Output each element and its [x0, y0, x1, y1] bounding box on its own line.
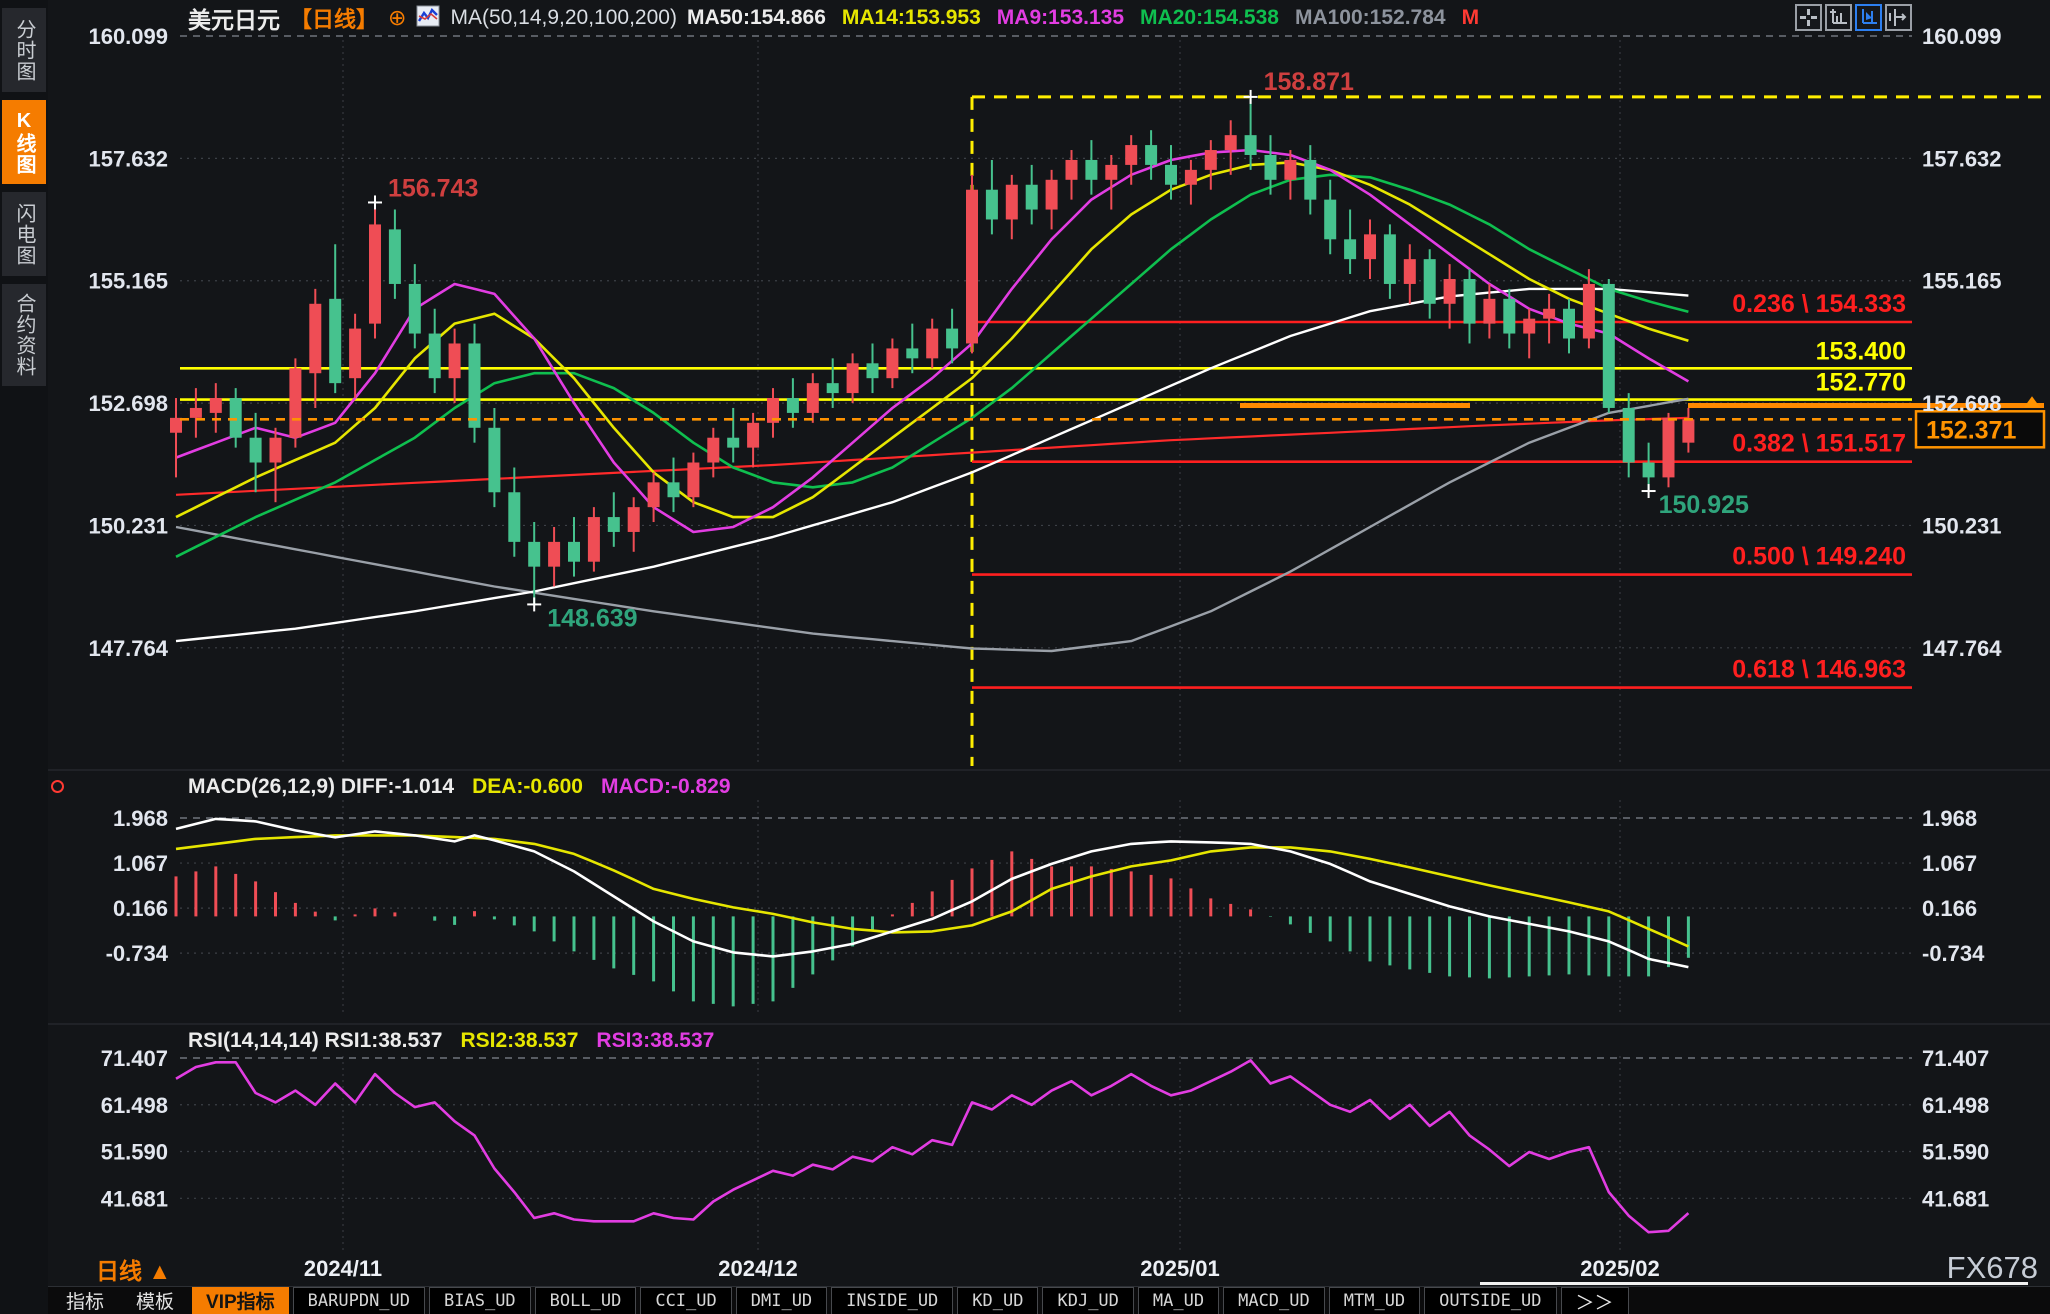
macd-value-label: MACD(26,12,9) DIFF:-1.014 — [188, 775, 454, 798]
sidebar-item-闪电图[interactable]: 闪电图 — [2, 192, 46, 276]
svg-text:155.165: 155.165 — [1922, 269, 2002, 294]
svg-text:150.925: 150.925 — [1659, 491, 1749, 519]
chart-header: 美元日元 【日线】 ⊕ MA(50,14,9,20,100,200) MA50:… — [48, 0, 1798, 36]
rsi-header: RSI(14,14,14) RSI1:38.537 RSI2:38.537 RSI3… — [188, 1029, 732, 1053]
chart-toolbar — [1795, 4, 1912, 31]
macd-pane — [176, 819, 1688, 1007]
date-label: 2024/11 — [304, 1256, 382, 1282]
tab-BIAS_UD[interactable]: BIAS_UD — [429, 1287, 531, 1314]
svg-text:147.764: 147.764 — [88, 636, 168, 661]
left-sidebar: 分时图 K线图闪电图合约资料 — [0, 0, 48, 1314]
tab-模板[interactable]: 模板 — [122, 1287, 188, 1314]
svg-text:153.400: 153.400 — [1816, 337, 1906, 365]
legend-MA9: MA9:153.135 — [997, 6, 1124, 29]
legend-MA14: MA14:153.953 — [842, 6, 981, 29]
indicator-tabbar: 指标模板VIP指标BARUPDN_UDBIAS_UDBOLL_UDCCI_UDD… — [48, 1286, 2050, 1314]
svg-text:152.698: 152.698 — [1922, 391, 2002, 416]
tab-INSIDE_UD[interactable]: INSIDE_UD — [831, 1287, 953, 1314]
legend-MA50: MA50:154.866 — [687, 6, 826, 29]
svg-text:160.099: 160.099 — [1922, 24, 2002, 49]
tab-VIP指标[interactable]: VIP指标 — [192, 1287, 289, 1314]
svg-text:147.764: 147.764 — [1922, 636, 2002, 661]
svg-text:51.590: 51.590 — [1922, 1140, 1989, 1165]
chart-type-icon[interactable] — [416, 5, 440, 32]
tab-KDJ_UD[interactable]: KDJ_UD — [1042, 1287, 1133, 1314]
axis-pointer-icon[interactable] — [1855, 4, 1882, 31]
date-label: 2024/12 — [718, 1256, 798, 1282]
sidebar-item-分时图[interactable]: 分时图 — [2, 8, 46, 92]
svg-text:-0.734: -0.734 — [106, 941, 169, 966]
ma-settings-label: MA(50,14,9,20,100,200) — [450, 6, 677, 30]
tab-KD_UD[interactable]: KD_UD — [957, 1287, 1038, 1314]
legend-MA100: MA100:152.784 — [1295, 6, 1446, 29]
svg-text:41.681: 41.681 — [101, 1186, 168, 1211]
period-tag[interactable]: 【日线】 — [290, 2, 378, 34]
svg-text:158.871: 158.871 — [1264, 68, 1354, 96]
svg-text:152.770: 152.770 — [1816, 369, 1906, 397]
svg-text:0.500 \ 149.240: 0.500 \ 149.240 — [1732, 543, 1906, 571]
svg-text:61.498: 61.498 — [101, 1093, 168, 1118]
svg-text:152.371: 152.371 — [1926, 416, 2016, 444]
macd-value-label: MACD:-0.829 — [601, 775, 731, 798]
svg-text:1.968: 1.968 — [113, 806, 168, 831]
tab-OUTSIDE_UD[interactable]: OUTSIDE_UD — [1424, 1287, 1556, 1314]
svg-text:152.698: 152.698 — [88, 391, 168, 416]
svg-text:157.632: 157.632 — [88, 146, 168, 171]
svg-text:1.968: 1.968 — [1922, 806, 1977, 831]
svg-text:-0.734: -0.734 — [1922, 941, 1985, 966]
svg-text:41.681: 41.681 — [1922, 1186, 1989, 1211]
trading-app-window: 分时图 K线图闪电图合约资料 美元日元 【日线】 ⊕ MA(50,14,9,20,… — [0, 0, 2050, 1314]
tab-BOLL_UD[interactable]: BOLL_UD — [535, 1287, 637, 1314]
svg-text:1.067: 1.067 — [1922, 851, 1977, 876]
svg-text:71.407: 71.407 — [1922, 1046, 1989, 1071]
ma-legend: MA50:154.866 MA14:153.953 MA9:153.135 MA20:… — [687, 6, 1495, 30]
sidebar-item-合约资料[interactable]: 合约资料 — [2, 284, 46, 386]
legend-MA20: MA20:154.538 — [1140, 6, 1279, 29]
svg-text:155.165: 155.165 — [88, 269, 168, 294]
date-label: 2025/02 — [1580, 1256, 1660, 1282]
axis-zoom-icon[interactable] — [1825, 4, 1852, 31]
date-label: 2025/01 — [1140, 1256, 1220, 1282]
macd-value-label: DEA:-0.600 — [472, 775, 583, 798]
tab-CCI_UD[interactable]: CCI_UD — [640, 1287, 731, 1314]
legend-M: M — [1462, 6, 1480, 29]
tab-MACD_UD[interactable]: MACD_UD — [1223, 1287, 1325, 1314]
svg-text:1.067: 1.067 — [113, 851, 168, 876]
signal-dot-icon — [51, 780, 64, 793]
axis-snap-icon[interactable] — [1885, 4, 1912, 31]
tab-MA_UD[interactable]: MA_UD — [1138, 1287, 1219, 1314]
chart-canvas[interactable]: 0.236 \ 154.333 0.382 \ 151.517 0.500 \ 14… — [0, 0, 2050, 1314]
pan-icon[interactable] — [1795, 4, 1822, 31]
svg-text:51.590: 51.590 — [101, 1140, 168, 1165]
svg-text:0.166: 0.166 — [1922, 896, 1977, 921]
svg-text:71.407: 71.407 — [101, 1046, 168, 1071]
tab-MTM_UD[interactable]: MTM_UD — [1329, 1287, 1420, 1314]
rsi-value-label: RSI3:38.537 — [596, 1029, 714, 1052]
svg-text:0.382 \ 151.517: 0.382 \ 151.517 — [1732, 430, 1906, 458]
watermark: FX678 — [1947, 1250, 2038, 1286]
svg-text:0.166: 0.166 — [113, 896, 168, 921]
svg-text:150.231: 150.231 — [88, 513, 168, 538]
svg-text:61.498: 61.498 — [1922, 1093, 1989, 1118]
tab-＞＞[interactable]: ＞＞ — [1561, 1287, 1629, 1314]
period-selector[interactable]: 日线 ▲ — [96, 1252, 171, 1286]
candles — [170, 97, 1694, 605]
sidebar-item-K线图[interactable]: K线图 — [2, 100, 46, 184]
svg-text:0.236 \ 154.333: 0.236 \ 154.333 — [1732, 290, 1906, 318]
svg-text:150.231: 150.231 — [1922, 513, 2002, 538]
symbol-title: 美元日元 — [188, 1, 280, 35]
svg-text:157.632: 157.632 — [1922, 146, 2002, 171]
svg-text:156.743: 156.743 — [388, 174, 478, 202]
svg-text:0.618 \ 146.963: 0.618 \ 146.963 — [1732, 656, 1906, 684]
svg-text:148.639: 148.639 — [547, 604, 637, 632]
tab-DMI_UD[interactable]: DMI_UD — [736, 1287, 827, 1314]
tab-指标[interactable]: 指标 — [52, 1287, 118, 1314]
rsi-value-label: RSI2:38.537 — [460, 1029, 578, 1052]
macd-header: MACD(26,12,9) DIFF:-1.014 DEA:-0.600 MACD:… — [188, 775, 749, 799]
horizontal-scrollbar[interactable] — [1480, 1282, 2028, 1285]
add-compare-icon[interactable]: ⊕ — [388, 5, 406, 31]
rsi-value-label: RSI(14,14,14) RSI1:38.537 — [188, 1029, 442, 1052]
tab-BARUPDN_UD[interactable]: BARUPDN_UD — [293, 1287, 425, 1314]
